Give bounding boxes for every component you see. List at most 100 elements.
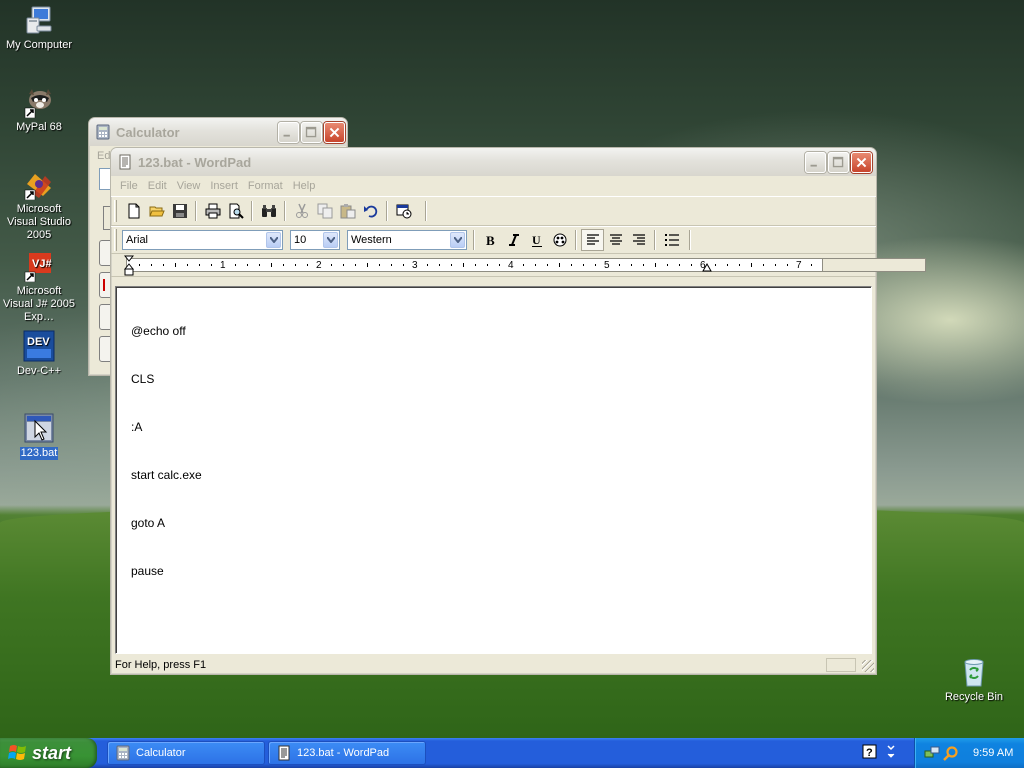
svg-text:B: B: [486, 233, 495, 248]
ruler-tick: [295, 264, 296, 266]
font-name-dropdown[interactable]: [266, 232, 281, 248]
desktop-icon-label: Microsoft Visual Studio 2005: [6, 203, 71, 241]
align-left-button[interactable]: [581, 229, 604, 251]
wordpad-icon: [276, 745, 292, 761]
menu-file[interactable]: File: [115, 180, 143, 192]
ruler-tick: [391, 264, 392, 266]
toolbar-separator: [284, 201, 286, 221]
print-preview-button[interactable]: [224, 200, 247, 222]
cut-button[interactable]: [290, 200, 313, 222]
menu-edit[interactable]: Edit: [143, 180, 172, 192]
bold-button[interactable]: B: [479, 229, 502, 251]
desktop-icon-my-computer[interactable]: My Computer: [0, 4, 78, 52]
resize-grip[interactable]: [862, 660, 874, 672]
underline-button[interactable]: U: [525, 229, 548, 251]
print-button[interactable]: [201, 200, 224, 222]
document-line: CLS: [131, 372, 155, 386]
save-button[interactable]: [168, 200, 191, 222]
help-question-icon: ?: [862, 744, 877, 759]
language-bar-options[interactable]: [885, 744, 897, 762]
toolbar-grip[interactable]: [114, 229, 117, 251]
bold-icon: B: [486, 233, 495, 248]
wordpad-window[interactable]: 123.bat - WordPad File Edit View Insert …: [110, 147, 926, 675]
ruler-tick: [691, 264, 692, 266]
align-right-button[interactable]: [627, 229, 650, 251]
menu-format[interactable]: Format: [243, 180, 288, 192]
search-icon[interactable]: [943, 745, 959, 761]
desktop-icon-mypal[interactable]: MyPal 68: [0, 86, 78, 134]
find-button[interactable]: [257, 200, 280, 222]
calculator-icon: [115, 745, 131, 761]
desktop-icon-visual-jsharp[interactable]: VJ# Microsoft Visual J# 2005 Exp…: [0, 250, 78, 324]
status-pane: [826, 658, 856, 672]
devcpp-icon: DEV: [23, 330, 55, 362]
italic-icon: [508, 234, 519, 246]
new-button[interactable]: [122, 200, 145, 222]
toolbar-separator: [689, 230, 691, 250]
document-text[interactable]: @echo off CLS :A start calc.exe goto A p…: [131, 291, 202, 611]
wordpad-close-button[interactable]: [851, 152, 872, 173]
desktop-icon-123-bat[interactable]: 123.bat: [0, 412, 78, 460]
wordpad-maximize-button[interactable]: [828, 152, 849, 173]
status-bar: For Help, press F1: [111, 656, 876, 674]
undo-icon: [363, 205, 377, 218]
first-line-indent-marker[interactable]: [124, 255, 134, 276]
script-dropdown[interactable]: [450, 232, 465, 248]
align-center-icon: [609, 234, 622, 245]
network-icon[interactable]: [924, 745, 940, 761]
calculator-title: Calculator: [116, 124, 180, 140]
ruler-tick: [727, 264, 728, 266]
language-bar-help[interactable]: ?: [862, 744, 878, 762]
menu-view[interactable]: View: [172, 180, 206, 192]
font-size-combo[interactable]: 10: [290, 230, 340, 250]
toolbar-grip[interactable]: [114, 200, 117, 222]
script-value: Western: [351, 234, 392, 246]
calculator-maximize-button[interactable]: [301, 122, 322, 143]
ruler-tick: [811, 264, 812, 266]
wordpad-minimize-button[interactable]: [805, 152, 826, 173]
menu-insert[interactable]: Insert: [205, 180, 243, 192]
align-center-button[interactable]: [604, 229, 627, 251]
ruler-tick: [355, 264, 356, 266]
color-button[interactable]: [548, 229, 571, 251]
bullets-button[interactable]: [660, 229, 683, 251]
calculator-close-button[interactable]: [324, 122, 345, 143]
ruler-tick: [283, 264, 284, 266]
taskbar-button-calculator[interactable]: Calculator: [107, 741, 265, 765]
desktop-icon-recycle-bin[interactable]: Recycle Bin: [935, 656, 1013, 704]
start-button[interactable]: start: [0, 738, 97, 768]
date-time-button[interactable]: [392, 200, 415, 222]
binoculars-icon: [261, 205, 276, 217]
ruler-bar: 1234567: [126, 258, 823, 272]
paste-button[interactable]: [336, 200, 359, 222]
menu-bar: File Edit View Insert Format Help: [111, 176, 876, 196]
ruler[interactable]: 1234567: [111, 254, 926, 277]
ruler-tick: [751, 263, 752, 267]
recycle-bin-icon: [958, 656, 990, 688]
wordpad-titlebar[interactable]: 123.bat - WordPad: [111, 148, 876, 176]
toolbar-separator: [251, 201, 253, 221]
desktop-icon-visual-studio[interactable]: Microsoft Visual Studio 2005: [0, 168, 78, 242]
taskbar: start Calculator 123.bat - WordPad ? 9:5…: [0, 738, 1024, 768]
undo-button[interactable]: [359, 200, 382, 222]
right-indent-marker[interactable]: [702, 263, 712, 272]
menu-help[interactable]: Help: [288, 180, 321, 192]
font-name-combo[interactable]: Arial: [122, 230, 283, 250]
calculator-minimize-button[interactable]: [278, 122, 299, 143]
taskbar-button-wordpad[interactable]: 123.bat - WordPad: [268, 741, 426, 765]
document-editor[interactable]: @echo off CLS :A start calc.exe goto A p…: [115, 286, 872, 654]
ruler-tick: [775, 264, 776, 266]
calculator-titlebar[interactable]: Calculator: [89, 118, 347, 146]
font-size-dropdown[interactable]: [323, 232, 338, 248]
ruler-tick: [667, 264, 668, 266]
clock[interactable]: 9:59 AM: [973, 747, 1013, 759]
copy-button[interactable]: [313, 200, 336, 222]
script-combo[interactable]: Western: [347, 230, 467, 250]
toolbar-separator: [425, 201, 427, 221]
italic-button[interactable]: [502, 229, 525, 251]
ruler-tick: [463, 263, 464, 267]
calculator-menu-edit[interactable]: Ed: [97, 150, 110, 162]
desktop-icon-devcpp[interactable]: DEV Dev-C++: [0, 330, 78, 378]
open-button[interactable]: [145, 200, 168, 222]
ruler-tick: [535, 264, 536, 266]
